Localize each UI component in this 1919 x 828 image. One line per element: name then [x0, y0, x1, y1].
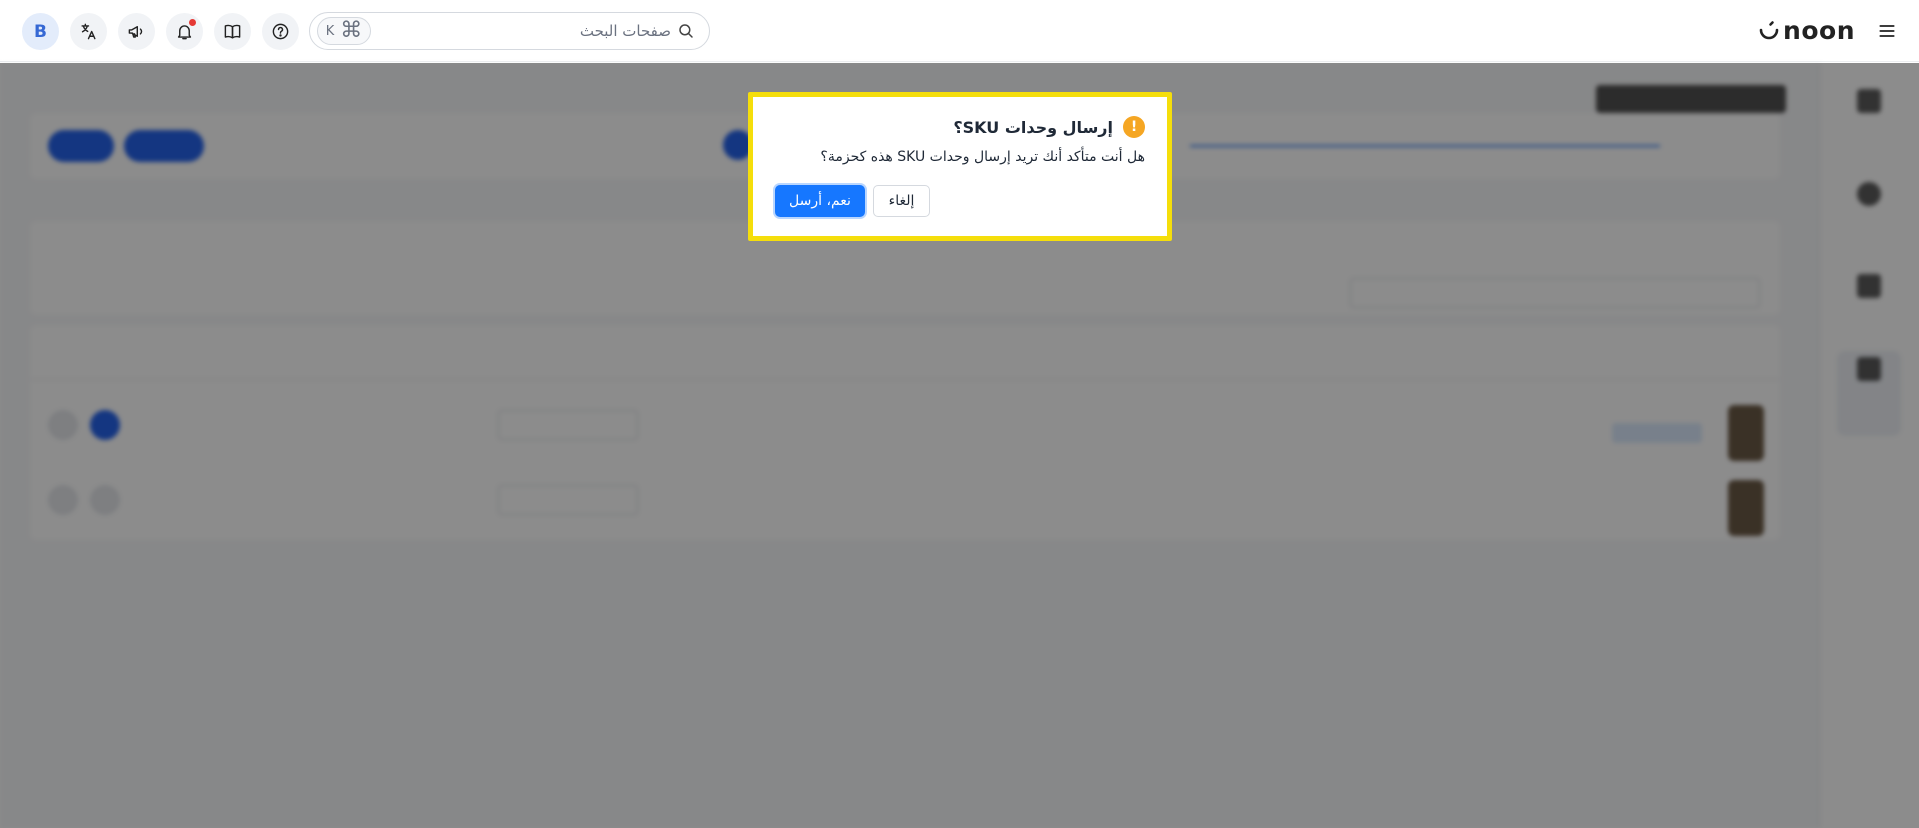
warning-symbol: ! — [1130, 119, 1138, 135]
help-button[interactable] — [262, 13, 299, 50]
warning-icon: ! — [1123, 116, 1145, 138]
dialog-message: هل أنت متأكد أنك تريد إرسال وحدات SKU هذ… — [820, 149, 1145, 165]
logo-text: noon — [1783, 16, 1855, 45]
docs-button[interactable] — [214, 13, 251, 50]
book-icon — [224, 24, 241, 39]
noon-logo[interactable]: noon — [1757, 16, 1855, 45]
notification-dot — [189, 19, 196, 26]
dialog-header: ! إرسال وحدات SKU؟ — [775, 116, 1145, 138]
dialog-title: إرسال وحدات SKU؟ — [953, 117, 1113, 137]
search-icon — [679, 24, 693, 38]
confirm-dialog: ! إرسال وحدات SKU؟ هل أنت متأكد أنك تريد… — [753, 97, 1167, 236]
megaphone-icon — [128, 26, 143, 38]
announcements-button[interactable] — [118, 13, 155, 50]
search-input[interactable] — [371, 13, 677, 49]
command-key-icon: ⌘ — [340, 18, 363, 43]
language-button[interactable] — [70, 13, 107, 50]
header-brand: noon — [1757, 16, 1897, 45]
help-icon — [272, 23, 289, 40]
confirm-send-button[interactable]: نعم، أرسل — [775, 185, 865, 217]
user-avatar-button[interactable]: B — [22, 13, 59, 50]
dialog-actions: نعم، أرسل إلغاء — [775, 185, 930, 217]
menu-icon[interactable] — [1877, 21, 1897, 41]
search-shortcut-hint: K ⌘ — [317, 17, 371, 45]
top-header: B K ⌘ صفحات البحث noon — [0, 0, 1919, 62]
search-bar[interactable]: K ⌘ — [309, 12, 710, 50]
shortcut-key: K — [325, 23, 335, 39]
highlight-frame: ! إرسال وحدات SKU؟ هل أنت متأكد أنك تريد… — [748, 92, 1172, 241]
cancel-button[interactable]: إلغاء — [873, 185, 930, 217]
noon-logo-mark-icon — [1759, 20, 1779, 39]
translate-icon — [81, 23, 96, 40]
header-actions: B — [22, 13, 299, 50]
notifications-button[interactable] — [166, 13, 203, 50]
avatar-initial: B — [34, 21, 47, 42]
